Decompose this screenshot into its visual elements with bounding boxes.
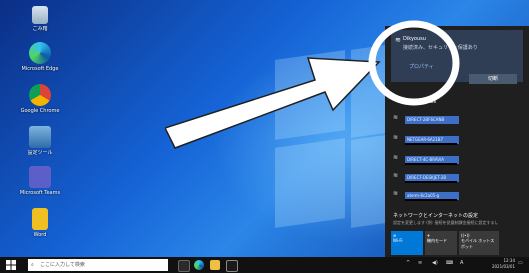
mobile-hotspot-tile[interactable]: ((•)) モバイル ホットスポット bbox=[459, 231, 499, 255]
desktop-icon-label: Word bbox=[33, 232, 47, 238]
keyboard-icon[interactable]: ⌨ bbox=[446, 260, 453, 266]
tile-label: Wi-Fi bbox=[393, 238, 403, 243]
document-icon bbox=[32, 208, 48, 230]
wifi-tile[interactable]: ≋ Wi-Fi bbox=[391, 231, 423, 255]
network-list-item[interactable]: ≋ aterm-8c2a05-g bbox=[393, 190, 525, 202]
network-list-item[interactable]: ≋ NETGEAR-6A21B7 bbox=[393, 134, 525, 146]
tile-label: モバイル ホットスポット bbox=[461, 238, 495, 249]
taskbar-search-input[interactable]: ⌕ ここに入力して検索 bbox=[28, 259, 168, 271]
desktop-icon-chrome[interactable]: Google Chrome bbox=[16, 84, 64, 114]
desktop-icon-recycle-bin[interactable]: ごみ箱 bbox=[16, 6, 64, 32]
airplane-mode-tile[interactable]: ✈ 機内モード bbox=[425, 231, 457, 255]
desktop-icon-label: 設定ツール bbox=[27, 150, 53, 156]
wifi-secured-icon: ≋ bbox=[393, 154, 399, 161]
network-name: DIRECT-2BF6CANB bbox=[405, 116, 459, 124]
chevron-up-icon[interactable]: ^ bbox=[406, 260, 410, 266]
wifi-secured-icon: ≋ bbox=[393, 114, 399, 121]
clock-date: 2021/03/01 bbox=[491, 264, 515, 269]
settings-tool-icon bbox=[29, 126, 51, 148]
taskbar-clock[interactable]: 12:34 2021/03/01 bbox=[492, 258, 515, 270]
store-icon[interactable] bbox=[226, 260, 238, 272]
disconnect-button[interactable]: 切断 bbox=[469, 74, 517, 84]
desktop-icon-label: ごみ箱 bbox=[32, 26, 48, 32]
edge-icon bbox=[29, 42, 51, 64]
search-placeholder: ここに入力して検索 bbox=[40, 262, 85, 268]
highlight-circle bbox=[368, 20, 460, 106]
quick-action-tiles: ≋ Wi-Fi ✈ 機内モード ((•)) モバイル ホットスポット bbox=[391, 231, 523, 257]
redaction-bar bbox=[405, 199, 457, 201]
desktop-icon-teams[interactable]: Microsoft Teams bbox=[16, 166, 64, 196]
network-tray-icon[interactable]: ≋ bbox=[418, 260, 422, 266]
wifi-secured-icon: ≋ bbox=[393, 190, 399, 197]
network-list-item[interactable]: ≋ DIRECT-2BF6CANB bbox=[393, 114, 525, 126]
desktop-icon-label: Google Chrome bbox=[20, 108, 60, 114]
network-settings-subtitle: 設定を変更します (例: 接続を従量制課金接続に設定する)。 bbox=[393, 220, 501, 225]
desktop-icon-label: Microsoft Teams bbox=[19, 190, 61, 196]
network-settings-title: ネットワークとインターネットの設定 bbox=[393, 213, 479, 219]
redaction-bar bbox=[405, 163, 457, 165]
taskbar: ⌕ ここに入力して検索 ^ ≋ ◀) ⌨ A 12:34 2021/03/01 … bbox=[0, 257, 529, 273]
ime-indicator[interactable]: A bbox=[460, 260, 463, 266]
recycle-bin-icon bbox=[32, 6, 48, 24]
desktop-icon-label: Microsoft Edge bbox=[21, 66, 59, 72]
annotation-arrow bbox=[165, 57, 381, 149]
desktop-icon-document[interactable]: Word bbox=[16, 208, 64, 238]
redaction-bar bbox=[405, 143, 457, 145]
teams-icon bbox=[29, 166, 51, 188]
chrome-icon bbox=[29, 84, 51, 106]
desktop-icon-edge[interactable]: Microsoft Edge bbox=[16, 42, 64, 72]
wifi-secured-icon: ≋ bbox=[393, 134, 399, 141]
tile-label: 機内モード bbox=[427, 238, 447, 243]
desktop-icon-settings-tool[interactable]: 設定ツール bbox=[16, 126, 64, 156]
file-explorer-icon[interactable] bbox=[210, 260, 220, 270]
network-list-item[interactable]: ≋ DIRECT-4C-BRAVIA bbox=[393, 154, 525, 166]
redaction-bar bbox=[405, 181, 457, 183]
windows-start-icon[interactable] bbox=[6, 260, 16, 270]
wifi-secured-icon: ≋ bbox=[393, 172, 399, 179]
search-icon: ⌕ bbox=[31, 262, 34, 268]
volume-icon[interactable]: ◀) bbox=[432, 260, 438, 266]
network-settings-link[interactable]: ネットワークとインターネットの設定 設定を変更します (例: 接続を従量制課金接… bbox=[393, 212, 500, 226]
task-view-icon[interactable] bbox=[178, 260, 190, 272]
notification-icon[interactable]: ▭ bbox=[518, 260, 523, 266]
edge-taskbar-icon[interactable] bbox=[194, 260, 204, 270]
network-list-item[interactable]: ≋ DIRECT-DESKJET-2B bbox=[393, 172, 525, 184]
